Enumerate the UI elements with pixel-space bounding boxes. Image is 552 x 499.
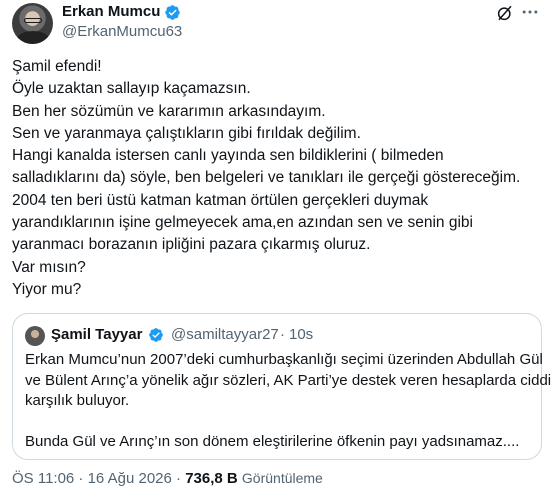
quote-avatar: [25, 326, 45, 346]
grok-icon[interactable]: [496, 4, 514, 22]
tweet-line: yarandıklarının işine gelmeyecek ama,en …: [12, 214, 473, 232]
tweet-line: Hangi kanalda istersen canlı yayında sen…: [12, 147, 444, 165]
tweet-line: Şamil efendi!: [12, 58, 102, 75]
quote-line: ve Bülent Arınç’a yönelik ağır sözleri, …: [25, 371, 552, 389]
tweet-line: Öyle uzaktan sallayıp kaçamazsın.: [12, 80, 251, 98]
quote-line: karşılık buluyor.: [25, 392, 130, 409]
quote-line: Erkan Mumcu’nun 2007’deki cumhurbaşkanlı…: [25, 351, 543, 368]
quoted-tweet[interactable]: Şamil Tayyar @samiltayyar27 · 10s Erkan …: [12, 313, 552, 460]
tweet-line: Ben her sözümün ve kararımın arkasındayı…: [12, 102, 326, 120]
more-icon[interactable]: [520, 2, 540, 22]
quote-blank-line: [25, 412, 537, 433]
author-name[interactable]: Erkan Mumcu: [62, 3, 160, 20]
tweet-meta: ÖS 11:06 · 16 Ağu 2026 · 736,8 B Görüntü…: [12, 470, 323, 487]
author-avatar[interactable]: [12, 3, 53, 44]
author-handle[interactable]: @ErkanMumcu63: [62, 23, 182, 40]
tweet-header: Erkan Mumcu @ErkanMumcu63: [12, 0, 540, 50]
tweet-line: Var mısın?: [12, 258, 86, 276]
tweet-text: Şamil efendi! Öyle uzaktan sallayıp kaça…: [12, 56, 542, 301]
tweet-line: 2004 ten beri üstü katman katman örtülen…: [12, 191, 429, 209]
avatar-shoulders: [16, 31, 50, 44]
tweet-line: Yiyor mu?: [12, 280, 82, 298]
quote-text: Erkan Mumcu’nun 2007’deki cumhurbaşkanlı…: [25, 350, 552, 453]
quote-line: Bunda Gül ve Arınç’ın son dönem eleştiri…: [25, 433, 520, 450]
quote-time: 10s: [289, 326, 314, 343]
quote-separator: ·: [280, 326, 285, 343]
tweet-line: Sen ve yaranmaya çalıştıkların gibi fırı…: [12, 124, 361, 142]
tweet-line: yaranmacı borazanın ipliğini pazara çıka…: [12, 236, 371, 254]
tweet-line: salladıklarını da) söyle, ben belgeleri …: [12, 169, 521, 187]
quote-author-name: Şamil Tayyar: [51, 326, 143, 343]
avatar-glasses: [24, 18, 42, 23]
view-count-label: Görüntüleme: [241, 470, 323, 486]
quote-author-handle: @samiltayyar27: [171, 326, 279, 343]
view-count: 736,8 B: [185, 470, 238, 487]
verified-badge-icon: [165, 5, 180, 20]
verified-badge-icon: [149, 328, 163, 342]
tweet-timestamp[interactable]: ÖS 11:06 · 16 Ağu 2026 ·: [12, 470, 181, 487]
